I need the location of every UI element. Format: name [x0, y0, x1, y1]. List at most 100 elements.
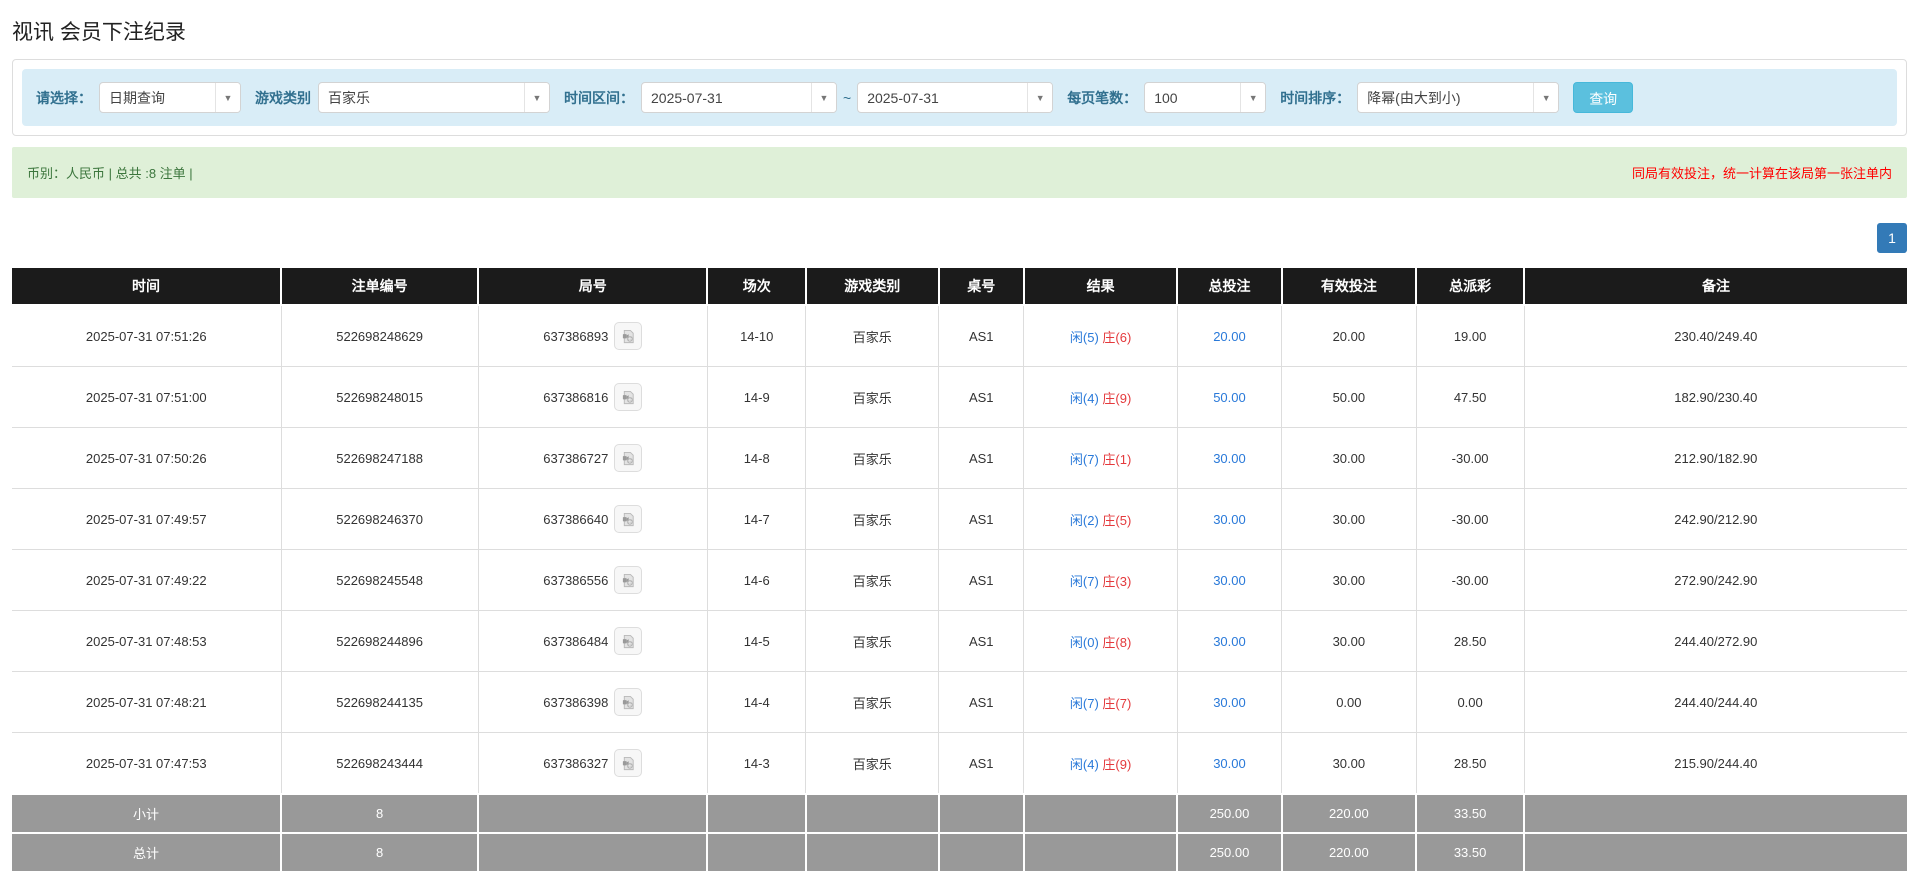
video-file-icon — [622, 573, 634, 587]
cell-result: 闲(7) 庄(7) — [1023, 671, 1178, 733]
page-size-select[interactable]: 100 ▼ — [1144, 82, 1267, 113]
cell-valid-bet: 30.00 — [1281, 549, 1417, 611]
cell-time: 2025-07-31 07:49:22 — [12, 549, 282, 611]
result-banker: 庄(7) — [1102, 695, 1132, 711]
col-table-no: 桌号 — [937, 266, 1025, 306]
result-banker: 庄(3) — [1102, 573, 1132, 589]
cell-round: 637386327 — [477, 732, 708, 795]
page-size-value: 100 — [1154, 89, 1178, 106]
result-player: 闲(4) — [1069, 390, 1099, 406]
chevron-down-icon[interactable]: ▼ — [524, 83, 549, 112]
game-type-select[interactable]: 百家乐 ▼ — [318, 82, 550, 113]
date-from-select[interactable]: 2025-07-31 ▼ — [641, 82, 837, 113]
cell-remark: 215.90/244.40 — [1523, 732, 1907, 795]
cell-table-no: AS1 — [938, 488, 1025, 550]
video-replay-button[interactable] — [614, 688, 643, 716]
chevron-down-icon[interactable]: ▼ — [1240, 83, 1266, 112]
time-sort-select[interactable]: 降幂(由大到小) ▼ — [1357, 82, 1560, 113]
result-banker: 庄(9) — [1102, 390, 1132, 406]
video-file-icon — [622, 634, 634, 648]
chevron-down-icon[interactable]: ▼ — [1533, 83, 1559, 112]
cell-round: 637386893 — [477, 304, 708, 367]
total-total-bet: 250.00 — [1176, 832, 1283, 873]
valid-bet-notice-text: 同局有效投注，统一计算在该局第一张注单内 — [1631, 166, 1892, 181]
chevron-down-icon[interactable]: ▼ — [1027, 83, 1053, 112]
cell-remark: 272.90/242.90 — [1523, 549, 1907, 611]
cell-time: 2025-07-31 07:49:57 — [12, 488, 282, 550]
cell-total-bet: 30.00 — [1176, 427, 1283, 489]
cell-total-bet: 30.00 — [1176, 549, 1283, 611]
cell-round: 637386727 — [477, 427, 708, 489]
subtotal-row: 小计 8 250.00 220.00 33.50 — [12, 793, 1907, 834]
cell-valid-bet: 30.00 — [1281, 610, 1417, 672]
cell-session: 14-5 — [706, 610, 807, 672]
cell-game-type: 百家乐 — [805, 488, 940, 550]
total-bet-link[interactable]: 50.00 — [1213, 390, 1246, 405]
cell-bet-id: 522698248629 — [280, 304, 479, 367]
result-player: 闲(7) — [1069, 573, 1099, 589]
video-replay-button[interactable] — [614, 627, 643, 655]
total-bet-link[interactable]: 30.00 — [1213, 451, 1246, 466]
bet-records-table: 时间 注单编号 局号 场次 游戏类别 桌号 结果 总投注 有效投注 总派彩 备注… — [12, 266, 1907, 873]
cell-result: 闲(7) 庄(1) — [1023, 427, 1178, 489]
cell-bet-id: 522698245548 — [280, 549, 479, 611]
cell-result: 闲(2) 庄(5) — [1023, 488, 1178, 550]
cell-time: 2025-07-31 07:50:26 — [12, 427, 282, 489]
cell-remark: 182.90/230.40 — [1523, 366, 1907, 428]
cell-bet-id: 522698248015 — [280, 366, 479, 428]
col-bet-id: 注单编号 — [280, 266, 480, 306]
cell-valid-bet: 50.00 — [1281, 366, 1417, 428]
cell-table-no: AS1 — [938, 732, 1025, 795]
summary-bar: 币别：人民币 | 总共 :8 注单 | 同局有效投注，统一计算在该局第一张注单内 — [12, 147, 1907, 198]
search-button[interactable]: 查询 — [1573, 82, 1634, 113]
chevron-down-icon[interactable]: ▼ — [811, 83, 836, 112]
cell-remark: 242.90/212.90 — [1523, 488, 1907, 550]
subtotal-valid-bet: 220.00 — [1280, 793, 1418, 834]
result-banker: 庄(8) — [1102, 634, 1132, 650]
cell-payout: 0.00 — [1415, 671, 1525, 733]
time-sort-label: 时间排序： — [1280, 89, 1351, 106]
page-size-label: 每页笔数： — [1067, 89, 1138, 106]
video-replay-button[interactable] — [614, 505, 643, 533]
total-bet-link[interactable]: 20.00 — [1213, 329, 1246, 344]
total-bet-link[interactable]: 30.00 — [1213, 634, 1246, 649]
result-player: 闲(5) — [1069, 329, 1099, 345]
table-row: 2025-07-31 07:49:22 522698245548 6373865… — [12, 549, 1907, 611]
video-replay-button[interactable] — [614, 444, 643, 472]
total-payout: 33.50 — [1415, 832, 1526, 873]
query-type-label: 请选择： — [36, 89, 92, 106]
cell-valid-bet: 20.00 — [1281, 304, 1417, 367]
video-replay-button[interactable] — [614, 322, 643, 350]
subtotal-label: 小计 — [12, 793, 283, 834]
chevron-down-icon[interactable]: ▼ — [215, 83, 240, 112]
cell-round: 637386556 — [477, 549, 708, 611]
round-number: 637386398 — [543, 694, 609, 710]
video-replay-button[interactable] — [614, 566, 643, 594]
date-from-value: 2025-07-31 — [651, 89, 723, 106]
page-button-1[interactable]: 1 — [1877, 223, 1907, 253]
total-bet-link[interactable]: 30.00 — [1213, 573, 1246, 588]
cell-result: 闲(0) 庄(8) — [1023, 610, 1178, 672]
cell-session: 14-7 — [706, 488, 807, 550]
cell-valid-bet: 30.00 — [1281, 732, 1417, 795]
table-row: 2025-07-31 07:48:53 522698244896 6373864… — [12, 610, 1907, 672]
cell-game-type: 百家乐 — [805, 732, 940, 795]
cell-payout: 28.50 — [1415, 610, 1525, 672]
video-replay-button[interactable] — [614, 383, 643, 411]
table-row: 2025-07-31 07:51:26 522698248629 6373868… — [12, 304, 1907, 367]
cell-round: 637386398 — [477, 671, 708, 733]
total-bet-link[interactable]: 30.00 — [1213, 512, 1246, 527]
query-type-select[interactable]: 日期查询 ▼ — [99, 82, 241, 113]
date-to-select[interactable]: 2025-07-31 ▼ — [857, 82, 1054, 113]
total-bet-link[interactable]: 30.00 — [1213, 695, 1246, 710]
cell-total-bet: 50.00 — [1176, 366, 1283, 428]
total-bet-link[interactable]: 30.00 — [1213, 756, 1246, 771]
cell-table-no: AS1 — [938, 427, 1025, 489]
cell-time: 2025-07-31 07:48:21 — [12, 671, 282, 733]
cell-session: 14-10 — [706, 304, 807, 367]
video-replay-button[interactable] — [614, 749, 643, 777]
round-number: 637386556 — [543, 572, 609, 588]
round-number: 637386893 — [543, 328, 609, 344]
cell-table-no: AS1 — [938, 366, 1025, 428]
cell-remark: 244.40/244.40 — [1523, 671, 1907, 733]
